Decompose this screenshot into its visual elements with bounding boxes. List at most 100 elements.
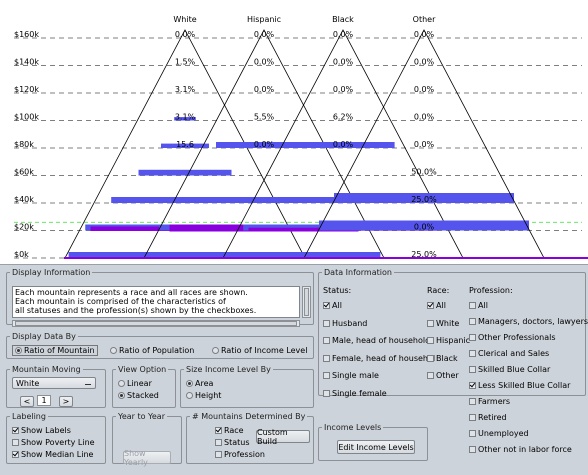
radio-indicator[interactable] <box>186 392 193 399</box>
checkbox-indicator[interactable] <box>323 302 330 309</box>
y-tick-label: $140k <box>14 58 39 67</box>
profession-checkbox[interactable]: Other Professionals <box>469 333 556 342</box>
profession-checkbox[interactable]: Retired <box>469 413 507 422</box>
radio-area[interactable]: Area <box>186 379 213 388</box>
checkbox-indicator[interactable] <box>469 366 476 373</box>
profession-checkbox[interactable]: Other not in labor force <box>469 445 572 454</box>
radio-ratio-of-income-level[interactable]: Ratio of Income Level <box>212 346 307 355</box>
size-income-level-legend: Size Income Level By <box>186 365 271 374</box>
profession-checkbox[interactable]: Clerical and Sales <box>469 349 549 358</box>
checkbox-label: Other Professionals <box>478 333 556 342</box>
checkbox-indicator[interactable] <box>427 372 434 379</box>
info-line: Each mountain represents a race and all … <box>15 288 248 297</box>
status-checkbox[interactable]: Female, head of househol <box>323 354 435 363</box>
checkbox-indicator[interactable] <box>12 439 19 446</box>
custom-build-label: Custom Build <box>257 427 288 446</box>
checkbox-indicator[interactable] <box>469 350 476 357</box>
y-tick-label: $60k <box>14 168 34 177</box>
race-checkbox[interactable]: All <box>427 301 446 310</box>
scroll-thumb[interactable] <box>304 288 309 316</box>
checkbox-indicator[interactable] <box>469 302 476 309</box>
radio-indicator[interactable] <box>110 347 117 354</box>
checkbox-indicator[interactable] <box>323 337 330 344</box>
checkbox-label: Profession <box>224 450 265 459</box>
checkbox-indicator[interactable] <box>469 446 476 453</box>
radio-ratio-of-population[interactable]: Ratio of Population <box>110 346 194 355</box>
percent-label: 0.0% <box>254 85 275 94</box>
profession-checkbox[interactable]: Skilled Blue Collar <box>469 365 550 374</box>
mountain-index-field[interactable]: 1 <box>37 395 51 406</box>
checkbox-show-labels[interactable]: Show Labels <box>12 426 71 435</box>
checkbox-indicator[interactable] <box>12 427 19 434</box>
status-checkbox[interactable]: All <box>323 301 342 310</box>
mountain-select[interactable]: White <box>12 377 96 389</box>
info-vertical-scrollbar[interactable] <box>302 286 311 318</box>
next-mountain-button[interactable]: > <box>59 396 73 407</box>
checkbox-indicator[interactable] <box>427 354 434 362</box>
race-checkbox[interactable]: Black <box>427 354 458 363</box>
percent-label: 0.0% <box>414 85 435 94</box>
checkbox-indicator[interactable] <box>469 414 476 421</box>
checkbox-indicator[interactable] <box>323 389 330 397</box>
checkbox-indicator[interactable] <box>215 451 222 458</box>
checkbox-label: Show Poverty Line <box>21 438 95 447</box>
checkbox-indicator[interactable] <box>469 318 476 325</box>
radio-stacked[interactable]: Stacked <box>118 391 159 400</box>
scroll-thumb[interactable] <box>15 321 297 326</box>
info-line: all statuses and the profession(s) shown… <box>15 306 257 315</box>
checkbox-label: Race <box>224 426 244 435</box>
checkbox-status[interactable]: Status <box>215 438 250 447</box>
prev-mountain-button[interactable]: < <box>20 396 34 407</box>
info-horizontal-scrollbar[interactable] <box>12 320 300 327</box>
checkbox-indicator[interactable] <box>469 382 476 389</box>
radio-indicator[interactable] <box>15 347 22 354</box>
checkbox-indicator[interactable] <box>469 430 476 437</box>
race-checkbox[interactable]: Other <box>427 371 459 380</box>
custom-build-button[interactable]: Custom Build <box>256 427 310 446</box>
checkbox-indicator[interactable] <box>427 319 434 327</box>
radio-height[interactable]: Height <box>186 391 221 400</box>
edit-income-levels-button[interactable]: Edit Income Levels <box>337 440 415 454</box>
checkbox-label: All <box>436 301 446 310</box>
radio-indicator[interactable] <box>186 380 193 387</box>
view-option-legend: View Option <box>118 365 167 374</box>
checkbox-indicator[interactable] <box>469 398 476 405</box>
checkbox-race[interactable]: Race <box>215 426 244 435</box>
status-checkbox[interactable]: Husband <box>323 319 367 328</box>
status-checkbox[interactable]: Single male <box>323 371 379 380</box>
checkbox-indicator[interactable] <box>427 337 434 344</box>
checkbox-indicator[interactable] <box>323 354 330 362</box>
status-checkbox[interactable]: Male, head of household <box>323 336 430 345</box>
radio-label: Stacked <box>127 391 159 400</box>
race-checkbox[interactable]: Hispanic <box>427 336 470 345</box>
display-data-by-group: Display Data By Ratio of Mountain Ratio … <box>6 332 314 359</box>
show-yearly-button[interactable]: Show Yearly <box>123 449 171 467</box>
radio-indicator[interactable] <box>118 392 125 399</box>
checkbox-indicator[interactable] <box>323 319 330 327</box>
mountain-moving-group: Mountain Moving White < 1 > <box>6 365 106 408</box>
checkbox-show-median-line[interactable]: Show Median Line <box>12 450 93 459</box>
race-checkbox[interactable]: White <box>427 319 459 328</box>
checkbox-show-poverty-line[interactable]: Show Poverty Line <box>12 438 95 447</box>
checkbox-indicator[interactable] <box>215 427 222 434</box>
checkbox-indicator[interactable] <box>215 439 222 446</box>
radio-linear[interactable]: Linear <box>118 379 152 388</box>
profession-checkbox[interactable]: Managers, doctors, lawyers <box>469 317 588 326</box>
status-checkbox[interactable]: Single female <box>323 389 387 398</box>
checkbox-indicator[interactable] <box>469 334 476 341</box>
checkbox-label: Unemployed <box>478 429 529 438</box>
radio-indicator[interactable] <box>118 380 125 387</box>
profession-checkbox[interactable]: All <box>469 301 488 310</box>
profession-checkbox[interactable]: Less Skilled Blue Collar <box>469 381 570 390</box>
percent-label: 0.0% <box>333 58 354 67</box>
profession-checkbox[interactable]: Farmers <box>469 397 510 406</box>
checkbox-indicator[interactable] <box>427 302 434 309</box>
radio-indicator[interactable] <box>212 347 219 354</box>
radio-ratio-of-mountain[interactable]: Ratio of Mountain <box>12 345 98 356</box>
checkbox-profession[interactable]: Profession <box>215 450 265 459</box>
checkbox-indicator[interactable] <box>12 451 19 458</box>
profession-checkbox[interactable]: Unemployed <box>469 429 529 438</box>
mountain-column-header: Other <box>413 15 436 24</box>
checkbox-indicator[interactable] <box>323 372 330 379</box>
display-information-group: Display Information Each mountain repres… <box>6 268 314 327</box>
